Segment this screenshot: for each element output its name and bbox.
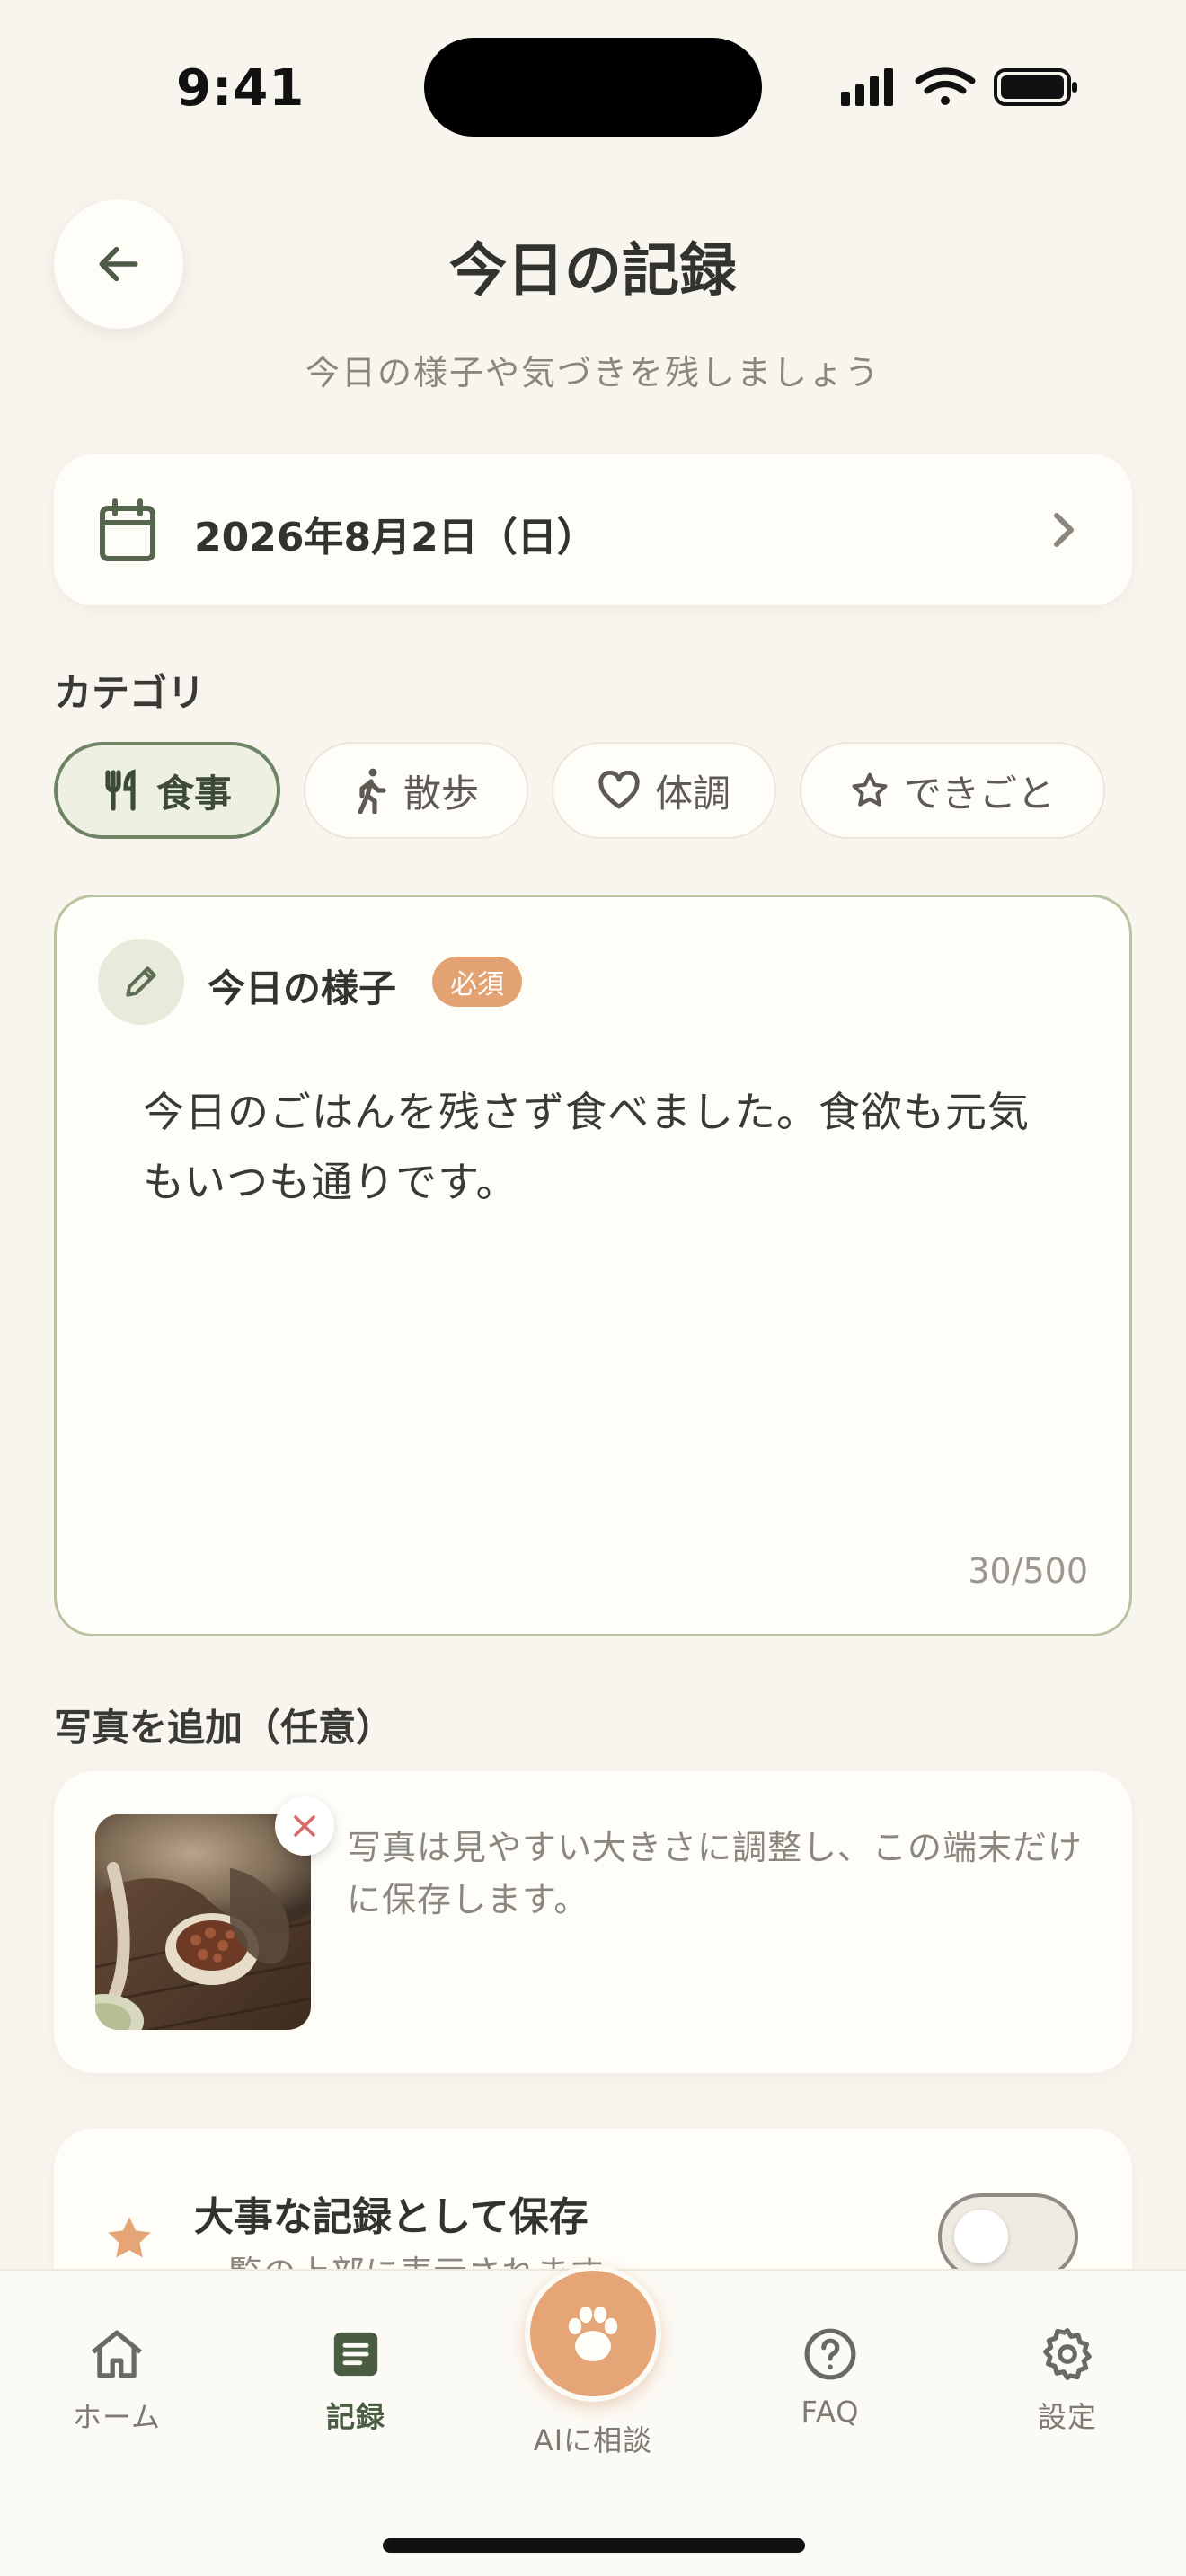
photo-section-label: 写真を追加（任意） — [54, 1706, 394, 1750]
tab-label: FAQ — [801, 2395, 860, 2429]
dog-eating-photo — [95, 1814, 311, 2030]
gear-icon — [1043, 2328, 1092, 2380]
status-bar: 9:41 — [0, 0, 1186, 171]
tab-settings[interactable]: 設定 — [987, 2323, 1148, 2436]
home-indicator — [383, 2538, 805, 2553]
document-icon — [333, 2332, 378, 2377]
chevron-right-icon — [1054, 513, 1074, 547]
char-count: 30/500 — [968, 1551, 1088, 1591]
note-title: 今日の様子 — [208, 966, 397, 1010]
category-chip-health[interactable]: 体調 — [552, 742, 776, 839]
toggle-knob — [954, 2210, 1008, 2263]
page-title: 今日の記録 — [449, 238, 737, 304]
pencil-icon — [126, 966, 156, 997]
home-icon — [92, 2330, 142, 2378]
category-chip-walk[interactable]: 散歩 — [304, 742, 528, 839]
pencil-badge — [98, 939, 184, 1025]
tab-faq[interactable]: FAQ — [749, 2323, 911, 2429]
tab-label: 記録 — [325, 2400, 385, 2434]
battery-icon — [994, 68, 1077, 106]
tab-home[interactable]: ホーム — [36, 2323, 198, 2436]
signal-icon — [841, 68, 893, 106]
walk-icon — [358, 768, 386, 814]
close-icon — [294, 1815, 315, 1837]
ai-consult-button[interactable] — [525, 2265, 661, 2402]
fork-knife-icon — [105, 769, 136, 811]
tab-label: 設定 — [1037, 2400, 1097, 2434]
date-selector[interactable]: 2026年8月2日（日） — [54, 454, 1132, 605]
photo-description: 写真は見やすい大きさに調整し、この端末だけに保存します。 — [347, 1828, 1084, 1919]
page-subtitle: 今日の様子や気づきを残しましょう — [305, 353, 881, 393]
ai-consult-label: AIに相談 — [533, 2423, 653, 2457]
category-label: カテゴリ — [54, 671, 206, 715]
note-textarea[interactable]: 今日のごはんを残さず食べました。食欲も元気もいつも通りです。 — [143, 1077, 1059, 1217]
chip-label: できごと — [903, 771, 1055, 816]
remove-photo-button[interactable] — [275, 1796, 334, 1856]
category-chip-event[interactable]: できごと — [800, 742, 1105, 839]
status-time: 9:41 — [176, 59, 305, 118]
heart-icon — [598, 771, 640, 809]
tab-label: ホーム — [72, 2400, 162, 2434]
chip-label: 散歩 — [403, 771, 479, 816]
note-card[interactable]: 今日の様子 必須 今日のごはんを残さず食べました。食欲も元気もいつも通りです。 … — [54, 895, 1132, 1636]
photo-thumbnail[interactable] — [95, 1814, 311, 2030]
required-badge: 必須 — [432, 957, 522, 1007]
date-label: 2026年8月2日（日） — [194, 515, 597, 560]
dynamic-island — [424, 38, 762, 137]
favorite-toggle[interactable] — [938, 2193, 1078, 2280]
favorite-title: 大事な記録として保存 — [194, 2194, 589, 2240]
paw-icon — [568, 2306, 618, 2361]
tab-record[interactable]: 記録 — [275, 2323, 437, 2436]
star-outline-icon — [852, 772, 888, 807]
star-filled-icon — [108, 2217, 151, 2258]
tab-bar: ホーム 記録 AIに相談 FAQ 設定 — [0, 2265, 1186, 2576]
chip-label: 体調 — [654, 771, 730, 816]
category-chip-meal[interactable]: 食事 — [54, 742, 280, 839]
question-icon — [804, 2328, 856, 2380]
status-icons — [841, 67, 1077, 106]
calendar-icon — [100, 498, 155, 561]
wifi-icon — [915, 67, 976, 105]
photo-card: 写真は見やすい大きさに調整し、この端末だけに保存します。 — [54, 1771, 1132, 2073]
chip-label: 食事 — [155, 771, 232, 816]
